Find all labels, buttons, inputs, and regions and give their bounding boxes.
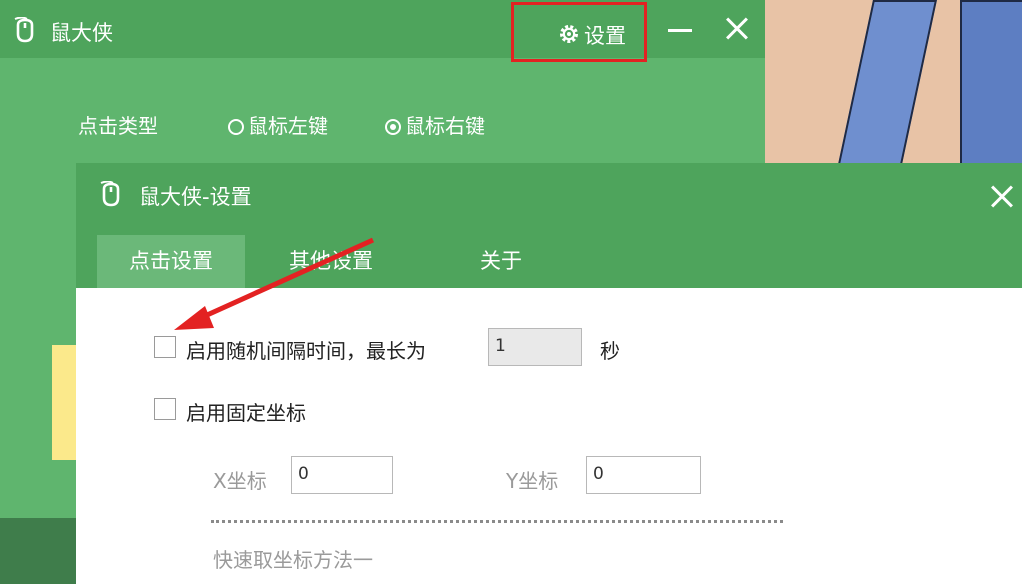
background-panel-dark [0,518,76,584]
seconds-unit-label: 秒 [600,339,620,363]
radio-right-click[interactable]: 鼠标右键 [385,110,485,139]
settings-dialog: 鼠大侠-设置 点击设置 其他设置 关于 启用随机间隔时间，最长为 1 秒 启用固… [76,163,1022,584]
tab-click-settings[interactable]: 点击设置 [97,235,245,288]
radio-left-click[interactable]: 鼠标左键 [228,110,328,139]
y-coord-label: Y坐标 [506,469,559,493]
max-interval-input[interactable]: 1 [488,328,582,366]
random-interval-label: 启用随机间隔时间，最长为 [186,339,426,363]
settings-button[interactable]: 设置 [511,2,647,62]
background-panel-yellow [52,345,76,460]
fixed-coords-label: 启用固定坐标 [186,401,306,425]
close-icon[interactable] [725,17,749,41]
gear-icon [560,25,578,43]
dialog-header[interactable]: 鼠大侠-设置 点击设置 其他设置 关于 [76,163,1022,288]
close-icon[interactable] [990,185,1014,209]
x-coord-input[interactable]: 0 [291,456,393,494]
radio-icon[interactable] [385,119,401,135]
app-title: 鼠大侠 [50,21,113,45]
mouse-logo-icon [100,181,120,207]
dialog-title: 鼠大侠-设置 [139,185,252,209]
main-titlebar[interactable]: 鼠大侠 设置 [0,0,765,62]
tab-other-settings[interactable]: 其他设置 [261,235,401,288]
dotted-divider [211,520,783,523]
tab-about[interactable]: 关于 [451,235,551,288]
mouse-logo-icon [14,17,34,43]
radio-right-click-label: 鼠标右键 [405,114,485,138]
background-figure-sleeve-right [960,0,1022,169]
minimize-button[interactable] [668,14,692,38]
radio-left-click-label: 鼠标左键 [248,114,328,138]
quick-method-label: 快速取坐标方法一 [213,548,373,572]
radio-icon[interactable] [228,119,244,135]
minimize-icon [668,29,692,32]
y-coord-input[interactable]: 0 [586,456,701,494]
x-coord-label: X坐标 [213,469,267,493]
settings-label: 设置 [584,24,626,48]
random-interval-checkbox[interactable] [154,336,176,358]
fixed-coords-checkbox[interactable] [154,398,176,420]
click-type-label: 点击类型 [78,114,158,138]
